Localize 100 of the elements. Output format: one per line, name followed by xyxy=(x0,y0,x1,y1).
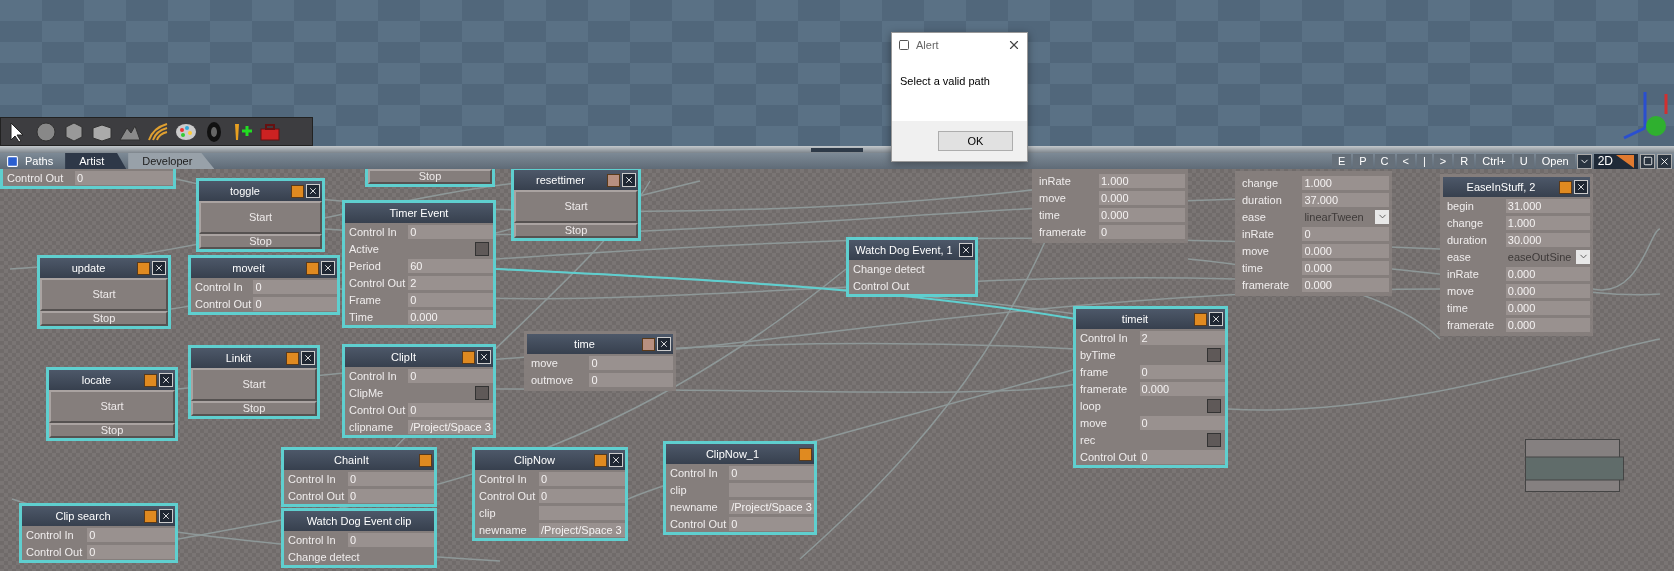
value-field[interactable]: 37.000 xyxy=(1302,192,1389,207)
close-button[interactable] xyxy=(477,350,491,364)
node-button[interactable]: Stop xyxy=(191,401,317,416)
value-field[interactable]: 0.000 xyxy=(1505,283,1590,298)
checkbox[interactable] xyxy=(475,241,489,256)
value-field[interactable]: 0 xyxy=(408,224,493,239)
close-button[interactable] xyxy=(609,453,623,467)
node-button[interactable]: Start xyxy=(40,278,168,311)
value-field[interactable]: 0 xyxy=(348,488,434,503)
value-field[interactable]: 0 xyxy=(75,170,173,185)
value-field[interactable]: 0 xyxy=(1302,226,1389,241)
value-field[interactable]: 0.000 xyxy=(1302,243,1389,258)
node-marker[interactable] xyxy=(286,351,299,365)
value-field[interactable]: /Project/Space 3 xyxy=(539,522,625,537)
sphere-icon[interactable] xyxy=(33,119,59,144)
close-button[interactable] xyxy=(321,261,335,275)
value-field[interactable]: 0 xyxy=(408,292,493,307)
close-button[interactable] xyxy=(657,337,671,351)
value-field[interactable]: 31.000 xyxy=(1505,198,1590,213)
checkbox[interactable] xyxy=(1207,398,1221,413)
value-field[interactable]: 0 xyxy=(408,402,493,417)
toolbar-button[interactable]: Ctrl+ xyxy=(1476,154,1512,168)
node-marker[interactable] xyxy=(137,261,150,275)
value-field[interactable]: 0.000 xyxy=(1302,260,1389,275)
close-button[interactable] xyxy=(306,184,320,198)
value-field[interactable]: 0.000 xyxy=(408,309,493,324)
node-button[interactable]: Start xyxy=(191,368,317,401)
toolbar-button[interactable]: Open xyxy=(1535,154,1575,168)
node-button[interactable]: Start xyxy=(199,201,322,234)
node-button[interactable]: Stop xyxy=(40,311,168,326)
close-button[interactable] xyxy=(1574,180,1588,194)
value-field[interactable]: 0.000 xyxy=(1505,317,1590,332)
value-field[interactable] xyxy=(539,505,625,520)
toolbar-button[interactable]: E xyxy=(1331,154,1352,168)
node-marker[interactable] xyxy=(1194,312,1207,326)
value-field[interactable]: 30.000 xyxy=(1505,232,1590,247)
value-field[interactable]: 0 xyxy=(589,372,673,387)
toolbar-button[interactable]: | xyxy=(1417,154,1432,168)
node-button[interactable]: Stop xyxy=(514,223,638,238)
close-button[interactable] xyxy=(301,351,315,365)
dropdown-button[interactable] xyxy=(1576,153,1592,169)
splitter-grip[interactable] xyxy=(811,147,863,152)
value-field[interactable]: 0.000 xyxy=(1302,277,1389,292)
value-field[interactable]: 0 xyxy=(348,532,434,547)
maximize-button[interactable] xyxy=(1640,153,1655,169)
value-field[interactable]: 0 xyxy=(539,488,625,503)
node-marker[interactable] xyxy=(607,173,620,187)
value-field[interactable]: 0 xyxy=(1099,224,1185,239)
node-marker[interactable] xyxy=(144,509,157,523)
value-field[interactable]: 0 xyxy=(348,471,434,486)
close-button[interactable] xyxy=(1209,312,1223,326)
value-field[interactable]: /Project/Space 3 xyxy=(729,499,814,514)
node-button[interactable]: Stop xyxy=(199,234,322,249)
checkbox[interactable] xyxy=(1207,347,1221,362)
node-marker[interactable] xyxy=(1559,180,1572,194)
value-field[interactable]: 0.000 xyxy=(1139,381,1225,396)
value-field[interactable]: 0 xyxy=(1139,364,1225,379)
value-field[interactable]: 0 xyxy=(87,544,175,559)
value-field[interactable] xyxy=(729,482,814,497)
toolbar-button[interactable]: < xyxy=(1396,154,1415,168)
tab[interactable]: Developer xyxy=(128,153,215,169)
value-field[interactable]: 0.000 xyxy=(1099,207,1185,222)
toolbar-button[interactable]: > xyxy=(1433,154,1453,168)
node-marker[interactable] xyxy=(462,350,475,364)
value-field[interactable]: 0 xyxy=(408,368,493,383)
value-field[interactable]: 0 xyxy=(253,296,337,311)
value-field[interactable]: 2 xyxy=(408,275,493,290)
checkbox[interactable] xyxy=(1207,432,1221,447)
close-icon[interactable] xyxy=(1007,38,1021,52)
value-field[interactable]: 0 xyxy=(729,465,814,480)
value-field[interactable]: 1.000 xyxy=(1505,215,1590,230)
close-button[interactable] xyxy=(152,261,166,275)
close-button[interactable] xyxy=(622,173,636,187)
toolbar-button[interactable]: R xyxy=(1454,154,1475,168)
node-marker[interactable] xyxy=(642,337,655,351)
value-field[interactable]: 1.000 xyxy=(1302,175,1389,190)
value-field[interactable]: 0.000 xyxy=(1505,266,1590,281)
checkbox[interactable] xyxy=(475,385,489,400)
value-field[interactable]: 1.000 xyxy=(1099,173,1185,188)
ok-button[interactable]: OK xyxy=(938,131,1013,151)
node-marker[interactable] xyxy=(419,453,432,467)
node-canvas[interactable] xyxy=(0,169,1674,571)
dropdown[interactable]: easeOutSine xyxy=(1505,249,1590,264)
node-marker[interactable] xyxy=(594,453,607,467)
value-field[interactable]: 0 xyxy=(729,516,814,531)
value-field[interactable]: 60 xyxy=(408,258,493,273)
node-button[interactable]: Start xyxy=(49,390,175,423)
node-button[interactable]: Stop xyxy=(368,169,492,184)
value-field[interactable]: 0 xyxy=(253,279,337,294)
close-button[interactable] xyxy=(159,373,173,387)
node-button[interactable]: Stop xyxy=(49,423,175,438)
close-button[interactable] xyxy=(159,509,173,523)
3d-viewport[interactable] xyxy=(0,0,1674,146)
value-field[interactable]: 0 xyxy=(1139,415,1225,430)
node-button[interactable]: Start xyxy=(514,190,638,223)
value-field[interactable]: 0 xyxy=(589,355,673,370)
toolbar-button[interactable]: U xyxy=(1513,154,1534,168)
value-field[interactable]: 0.000 xyxy=(1099,190,1185,205)
value-field[interactable]: /Project/Space 3 xyxy=(408,419,493,434)
node-marker[interactable] xyxy=(306,261,319,275)
